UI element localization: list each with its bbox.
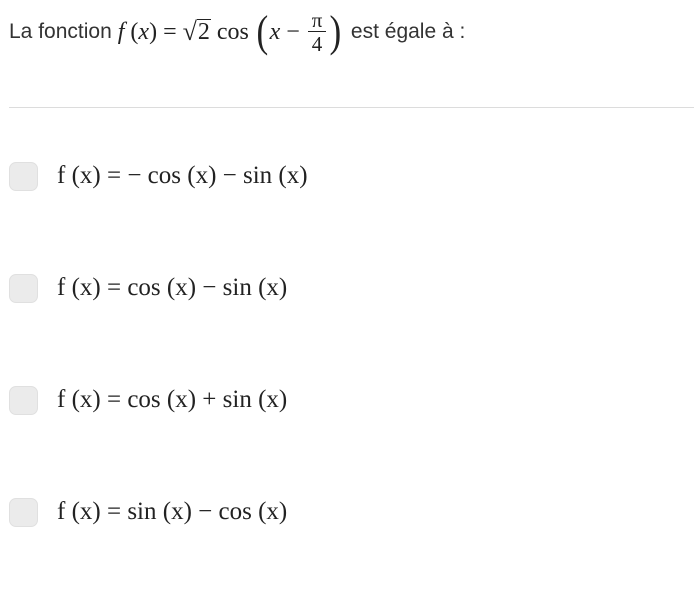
- answer-option-1[interactable]: f (x) = − cos (x) − sin (x): [9, 158, 609, 194]
- option-formula: f (x) = cos (x) − sin (x): [57, 274, 288, 301]
- answer-option-4[interactable]: f (x) = sin (x) − cos (x): [9, 494, 609, 530]
- checkbox[interactable]: [9, 497, 38, 527]
- checkbox[interactable]: [9, 161, 38, 191]
- trig-function: cos: [216, 18, 249, 45]
- fraction: π 4: [307, 9, 327, 55]
- checkbox[interactable]: [9, 385, 38, 415]
- question-formula: f (x) = √ 2 cos ( x − π 4 ): [117, 7, 342, 56]
- sqrt-coefficient: √ 2: [182, 17, 211, 47]
- option-formula: f (x) = sin (x) − cos (x): [57, 498, 288, 525]
- option-formula: f (x) = − cos (x) − sin (x): [57, 162, 308, 189]
- divider: [9, 107, 694, 108]
- question-statement: La fonction f (x) = √ 2 cos ( x − π 4 ) est…: [9, 0, 689, 64]
- answer-option-3[interactable]: f (x) = cos (x) + sin (x): [9, 382, 609, 418]
- checkbox[interactable]: [9, 273, 38, 303]
- answer-option-2[interactable]: f (x) = cos (x) − sin (x): [9, 270, 609, 306]
- question-prefix: La fonction: [9, 20, 112, 43]
- option-formula: f (x) = cos (x) + sin (x): [57, 386, 288, 413]
- function-name: f: [117, 18, 125, 45]
- question-suffix: est égale à :: [350, 20, 466, 43]
